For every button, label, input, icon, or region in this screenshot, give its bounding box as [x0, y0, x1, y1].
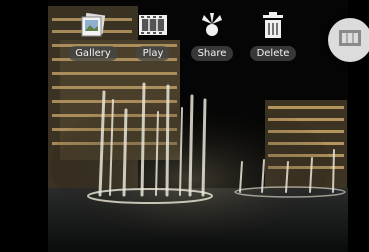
slideshow-button[interactable]	[328, 18, 369, 62]
play-label: Play	[135, 46, 171, 61]
delete-label: Delete	[249, 46, 297, 61]
trash-icon	[258, 10, 288, 40]
gallery-button[interactable]: Gallery	[65, 10, 121, 61]
share-label: Share	[190, 46, 234, 61]
play-button[interactable]: Play	[125, 10, 181, 61]
share-icon	[197, 10, 227, 40]
film-strip-icon	[339, 29, 361, 51]
film-strip-icon	[138, 10, 168, 40]
delete-button[interactable]: Delete	[245, 10, 301, 61]
gallery-label: Gallery	[68, 46, 118, 61]
share-button[interactable]: Share	[184, 10, 240, 61]
gallery-icon	[78, 10, 108, 40]
